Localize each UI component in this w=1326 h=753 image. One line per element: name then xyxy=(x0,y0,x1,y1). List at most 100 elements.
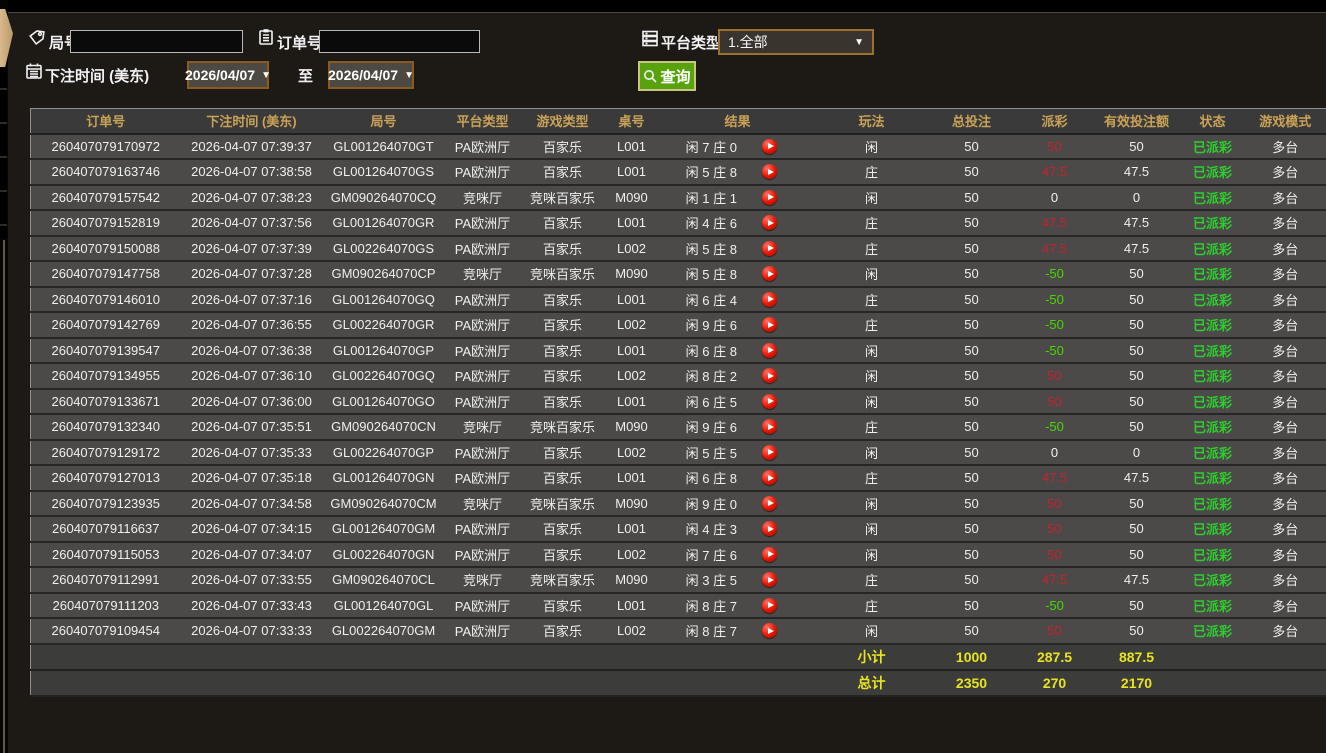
result-cell: 闲 5 庄 5 xyxy=(659,440,817,466)
valid-bet-cell: 50 xyxy=(1093,261,1181,287)
game-mode-cell: 多台 xyxy=(1245,593,1326,619)
replay-icon[interactable] xyxy=(762,598,777,613)
replay-icon[interactable] xyxy=(762,266,777,281)
table-number-cell: L001 xyxy=(605,210,659,236)
game-type-cell: 竞咪百家乐 xyxy=(521,414,605,440)
play-type-cell: 庄 xyxy=(817,465,927,491)
game-mode-cell: 多台 xyxy=(1245,312,1326,338)
game-mode-cell: 多台 xyxy=(1245,542,1326,568)
result-text: 闲 6 庄 8 xyxy=(661,341,763,360)
table-row: 2604070791323402026-04-07 07:35:51GM0902… xyxy=(31,414,1326,440)
platform-cell: 竞咪厅 xyxy=(445,414,521,440)
play-type-cell: 庄 xyxy=(817,312,927,338)
column-header: 玩法 xyxy=(817,109,927,134)
game-type-cell: 百家乐 xyxy=(521,159,605,185)
game-type-cell: 百家乐 xyxy=(521,338,605,364)
platform-select[interactable]: 1.全部 ▼ xyxy=(718,29,874,55)
replay-icon[interactable] xyxy=(762,215,777,230)
result-text: 闲 9 庄 0 xyxy=(661,494,763,513)
order-number-cell: 260407079147758 xyxy=(31,261,181,287)
replay-icon[interactable] xyxy=(762,164,777,179)
table-row: 2604070791477582026-04-07 07:37:28GM0902… xyxy=(31,261,1326,287)
platform-cell: PA欧洲厅 xyxy=(445,389,521,415)
game-type-cell: 百家乐 xyxy=(521,134,605,160)
total-bet-cell: 50 xyxy=(927,542,1017,568)
result-text: 闲 4 庄 6 xyxy=(661,213,763,232)
result-text: 闲 3 庄 5 xyxy=(661,570,763,589)
replay-icon[interactable] xyxy=(762,547,777,562)
platform-cell: PA欧洲厅 xyxy=(445,363,521,389)
payout-cell: 47.5 xyxy=(1017,159,1093,185)
column-header: 结果 xyxy=(659,109,817,134)
total-bet-cell: 50 xyxy=(927,440,1017,466)
replay-icon[interactable] xyxy=(762,496,777,511)
result-text: 闲 8 庄 7 xyxy=(661,621,763,640)
replay-icon[interactable] xyxy=(762,368,777,383)
replay-icon[interactable] xyxy=(762,139,777,154)
total-bet-cell: 50 xyxy=(927,389,1017,415)
result-text: 闲 6 庄 5 xyxy=(661,392,763,411)
table-row: 2604070791575422026-04-07 07:38:23GM0902… xyxy=(31,185,1326,211)
bet-time-cell: 2026-04-07 07:37:28 xyxy=(181,261,323,287)
platform-cell: PA欧洲厅 xyxy=(445,134,521,160)
bet-time-cell: 2026-04-07 07:35:33 xyxy=(181,440,323,466)
game-mode-cell: 多台 xyxy=(1245,491,1326,517)
date-from-select[interactable]: 2026/04/07 ▼ xyxy=(187,61,269,89)
replay-icon[interactable] xyxy=(762,623,777,638)
valid-bet-cell: 50 xyxy=(1093,287,1181,313)
game-mode-cell: 多台 xyxy=(1245,414,1326,440)
table-number-cell: M090 xyxy=(605,185,659,211)
replay-icon[interactable] xyxy=(762,394,777,409)
valid-bet-cell: 50 xyxy=(1093,516,1181,542)
bet-time-cell: 2026-04-07 07:35:18 xyxy=(181,465,323,491)
total-bet-cell: 50 xyxy=(927,567,1017,593)
replay-icon[interactable] xyxy=(762,343,777,358)
total-bet-cell: 50 xyxy=(927,491,1017,517)
result-cell: 闲 5 庄 8 xyxy=(659,261,817,287)
order-number-cell: 260407079157542 xyxy=(31,185,181,211)
table-number-cell: L001 xyxy=(605,159,659,185)
order-number-cell: 260407079139547 xyxy=(31,338,181,364)
game-type-cell: 百家乐 xyxy=(521,389,605,415)
replay-icon[interactable] xyxy=(762,190,777,205)
payout-cell: 50 xyxy=(1017,618,1093,644)
replay-icon[interactable] xyxy=(762,241,777,256)
replay-icon[interactable] xyxy=(762,572,777,587)
table-number-cell: M090 xyxy=(605,567,659,593)
table-row: 2604070791528192026-04-07 07:37:56GL0012… xyxy=(31,210,1326,236)
round-input[interactable] xyxy=(70,30,243,53)
table-row: 2604070791291722026-04-07 07:35:33GL0022… xyxy=(31,440,1326,466)
result-text: 闲 5 庄 8 xyxy=(661,239,763,258)
replay-icon[interactable] xyxy=(762,521,777,536)
round-number-cell: GL001264070GS xyxy=(323,159,445,185)
order-input[interactable] xyxy=(319,30,480,53)
bet-time-cell: 2026-04-07 07:36:38 xyxy=(181,338,323,364)
replay-icon[interactable] xyxy=(762,419,777,434)
table-number-cell: M090 xyxy=(605,491,659,517)
replay-icon[interactable] xyxy=(762,445,777,460)
bet-time-cell: 2026-04-07 07:33:43 xyxy=(181,593,323,619)
play-type-cell: 庄 xyxy=(817,236,927,262)
payout-cell: 50 xyxy=(1017,491,1093,517)
column-header: 游戏类型 xyxy=(521,109,605,134)
payout-cell: -50 xyxy=(1017,287,1093,313)
search-button[interactable]: 查询 xyxy=(638,61,696,91)
result-text: 闲 5 庄 8 xyxy=(661,162,763,181)
platform-cell: 竞咪厅 xyxy=(445,261,521,287)
date-to-select[interactable]: 2026/04/07 ▼ xyxy=(328,61,414,89)
payout-cell: -50 xyxy=(1017,261,1093,287)
table-row: 2604070791637462026-04-07 07:38:58GL0012… xyxy=(31,159,1326,185)
replay-icon[interactable] xyxy=(762,317,777,332)
column-header: 派彩 xyxy=(1017,109,1093,134)
clipboard-icon xyxy=(257,28,275,51)
status-cell: 已派彩 xyxy=(1181,465,1245,491)
replay-icon[interactable] xyxy=(762,292,777,307)
game-type-cell: 竞咪百家乐 xyxy=(521,261,605,287)
replay-icon[interactable] xyxy=(762,470,777,485)
result-cell: 闲 6 庄 8 xyxy=(659,465,817,491)
column-header: 游戏模式 xyxy=(1245,109,1326,134)
play-type-cell: 闲 xyxy=(817,491,927,517)
game-type-cell: 竞咪百家乐 xyxy=(521,185,605,211)
result-cell: 闲 9 庄 6 xyxy=(659,414,817,440)
status-cell: 已派彩 xyxy=(1181,210,1245,236)
